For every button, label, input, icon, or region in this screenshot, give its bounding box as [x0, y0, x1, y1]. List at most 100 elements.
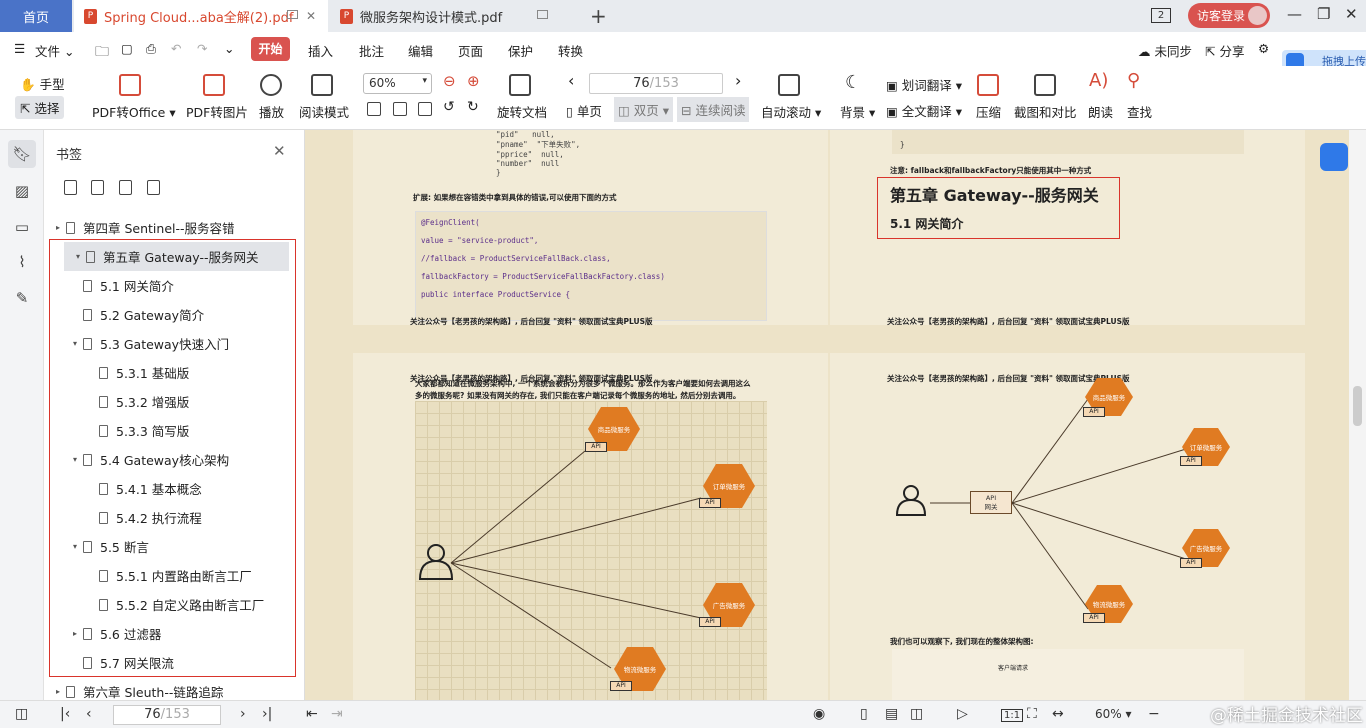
- zoom-out-icon[interactable]: ⊖: [443, 72, 456, 90]
- double-page-icon[interactable]: ◫: [910, 706, 923, 722]
- thumbnail-icon[interactable]: ▨: [8, 177, 36, 205]
- back-icon[interactable]: ⇤: [306, 706, 318, 722]
- pdf-icon: P: [84, 8, 97, 24]
- undo-icon[interactable]: ↶: [171, 41, 181, 56]
- tab-microservice-pdf[interactable]: P 微服务架构设计模式.pdf: [330, 0, 578, 32]
- expand-arrow-icon[interactable]: ▸: [56, 687, 66, 696]
- bookmark-item[interactable]: ▸ 第四章 Sentinel--服务容错: [44, 213, 289, 242]
- next-page-icon[interactable]: ›: [735, 71, 741, 90]
- rotate-right-icon[interactable]: ↻: [467, 99, 479, 115]
- find-button[interactable]: 查找: [1127, 102, 1152, 121]
- save-icon[interactable]: ▢: [121, 41, 133, 56]
- vertical-scrollbar[interactable]: [1349, 130, 1366, 700]
- tab-spring-cloud-pdf[interactable]: P Spring Cloud...aba全解(2).pdf ✕: [74, 0, 328, 32]
- close-tab-icon[interactable]: ✕: [306, 9, 316, 23]
- add-bookmark-icon[interactable]: [119, 180, 132, 195]
- monitor-icon[interactable]: [287, 10, 298, 19]
- page-number-input[interactable]: 76/153: [589, 73, 723, 94]
- expand-all-icon[interactable]: [64, 180, 77, 195]
- read-mode-button[interactable]: 阅读模式: [299, 102, 349, 121]
- open-folder-icon[interactable]: 🗀: [95, 41, 109, 65]
- minimize-icon[interactable]: —: [1287, 5, 1302, 23]
- next-page-icon[interactable]: ›: [240, 706, 246, 722]
- share-button[interactable]: ⇱ 分享: [1205, 41, 1244, 60]
- remove-bookmark-icon[interactable]: [147, 180, 160, 195]
- status-page-input[interactable]: 76/153: [113, 705, 221, 725]
- monitor-icon[interactable]: [537, 10, 548, 19]
- auto-scroll-button[interactable]: 自动滚动 ▾: [761, 102, 821, 121]
- fit-width-icon[interactable]: ↔: [1052, 706, 1064, 722]
- menu-file[interactable]: 文件 ⌄: [35, 41, 74, 60]
- redo-icon[interactable]: ↷: [197, 41, 207, 56]
- continuous-icon[interactable]: ▤: [885, 706, 898, 722]
- note-extension: 扩展: 如果想在容错类中拿到具体的错误,可以使用下面的方式: [413, 193, 617, 202]
- fit-page-icon[interactable]: [393, 102, 407, 116]
- fit-page-icon[interactable]: ⛶: [1027, 706, 1037, 722]
- menu-annotate[interactable]: 批注: [359, 41, 384, 60]
- rotate-doc-button[interactable]: 旋转文档: [497, 102, 547, 121]
- menu-start[interactable]: 开始: [251, 37, 290, 61]
- play-icon[interactable]: ▷: [957, 706, 968, 722]
- play-button[interactable]: 播放: [259, 102, 284, 121]
- quick-access-chevron-icon[interactable]: ⌄: [224, 41, 234, 56]
- forward-icon[interactable]: ⇥: [331, 706, 343, 722]
- comment-icon[interactable]: ▭: [8, 213, 36, 241]
- rotate-left-icon[interactable]: ↺: [443, 99, 455, 115]
- bookmark-label: 第六章 Sleuth--链路追踪: [83, 685, 224, 700]
- prev-page-icon[interactable]: ‹: [86, 706, 92, 722]
- single-page-icon: ▯: [566, 104, 573, 119]
- first-page-icon[interactable]: |‹: [60, 706, 70, 722]
- menu-protect[interactable]: 保护: [508, 41, 533, 60]
- guest-login-button[interactable]: 访客登录: [1188, 3, 1270, 28]
- restore-icon[interactable]: ❐: [1317, 5, 1330, 23]
- code-block-json: "pid" null, "pname" "下单失败", "pprice" nul…: [496, 130, 581, 177]
- api-label: API: [610, 681, 632, 691]
- zoom-level[interactable]: 60% ▾: [1095, 707, 1132, 721]
- print-icon[interactable]: ⎙: [146, 41, 156, 57]
- menu-convert[interactable]: 转换: [558, 41, 583, 60]
- menu-page[interactable]: 页面: [458, 41, 483, 60]
- bookmark-panel-icon[interactable]: 🔖︎: [8, 140, 36, 168]
- full-translate-button[interactable]: ▣ 全文翻译 ▾: [886, 101, 962, 120]
- fit-width-icon[interactable]: [418, 102, 432, 116]
- select-tool[interactable]: ⇱ 选择: [15, 96, 65, 119]
- pdf-to-image-button[interactable]: PDF转图片: [186, 102, 248, 121]
- background-button[interactable]: 背景 ▾: [840, 102, 875, 121]
- signature-icon[interactable]: ✎: [8, 284, 36, 312]
- actual-size-icon[interactable]: 1:1: [1001, 709, 1024, 722]
- toggle-sidebar-icon[interactable]: ◫: [15, 706, 28, 722]
- prev-page-icon[interactable]: ‹: [568, 71, 574, 90]
- zoom-out-icon[interactable]: −: [1148, 706, 1160, 722]
- collapse-all-icon[interactable]: [91, 180, 104, 195]
- floating-tool-icon[interactable]: [1320, 143, 1348, 171]
- screenshot-compare-button[interactable]: 截图和对比: [1014, 102, 1077, 121]
- menu-insert[interactable]: 插入: [308, 41, 333, 60]
- single-page-button[interactable]: ▯ 单页: [566, 101, 602, 120]
- close-panel-icon[interactable]: ✕: [273, 142, 286, 160]
- attachment-icon[interactable]: ⌇: [8, 248, 36, 276]
- scroll-thumb[interactable]: [1353, 386, 1362, 426]
- tab-home[interactable]: 首页: [0, 0, 72, 32]
- window-count-badge[interactable]: 2: [1151, 8, 1171, 23]
- double-page-button[interactable]: ◫ 双页 ▾: [614, 97, 674, 122]
- zoom-select[interactable]: 60% ▾: [363, 73, 432, 94]
- close-window-icon[interactable]: ✕: [1345, 5, 1358, 23]
- actual-size-icon[interactable]: [367, 102, 381, 116]
- read-aloud-button[interactable]: 朗读: [1088, 102, 1113, 121]
- zoom-in-icon[interactable]: ⊕: [467, 72, 480, 90]
- compress-button[interactable]: 压缩: [976, 102, 1001, 121]
- single-page-icon[interactable]: ▯: [860, 706, 868, 722]
- word-translate-button[interactable]: ▣ 划词翻译 ▾: [886, 75, 962, 94]
- new-tab-button[interactable]: +: [590, 4, 607, 28]
- last-page-icon[interactable]: ›|: [262, 706, 272, 722]
- expand-arrow-icon[interactable]: ▸: [56, 223, 66, 232]
- eye-icon[interactable]: ◉: [813, 706, 825, 722]
- settings-icon[interactable]: ⚙: [1258, 41, 1269, 56]
- hand-tool[interactable]: ✋ 手型: [20, 74, 65, 93]
- pdf-to-office-button[interactable]: PDF转Office ▾: [92, 102, 176, 121]
- continuous-read-button[interactable]: ⊟ 连续阅读: [677, 97, 750, 122]
- hamburger-icon[interactable]: ☰: [14, 41, 25, 56]
- sync-status[interactable]: ☁ 未同步: [1138, 41, 1192, 60]
- api-gateway-node: API 网关: [970, 491, 1012, 514]
- menu-edit[interactable]: 编辑: [408, 41, 433, 60]
